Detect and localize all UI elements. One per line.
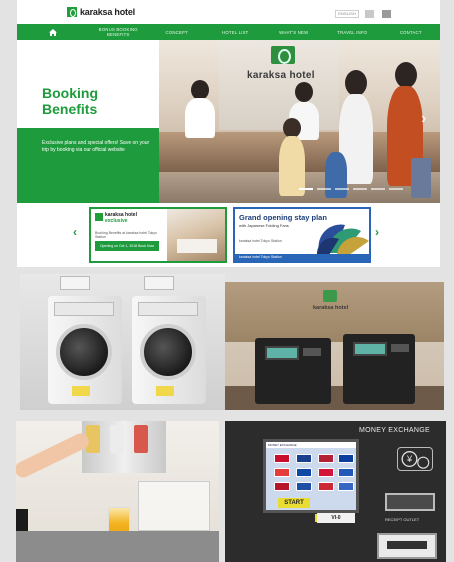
photo-juice-dispenser (16, 421, 219, 562)
banner-grand-opening[interactable]: Grand opening stay plan with Japanese Fo… (233, 207, 371, 263)
nav-item-contact[interactable]: CONTACT (382, 30, 441, 35)
suitcase (411, 158, 431, 198)
hotel-room-image (167, 209, 225, 261)
nav-item-booking-benefits[interactable]: BONUS BOOKING BENEFITS (89, 27, 148, 37)
banner-subtitle: with Japanese Folding Fans (239, 223, 289, 228)
slider-dot[interactable] (353, 188, 367, 190)
banner-description: Booking Benefits at karaksa hotel Tokyo … (95, 231, 158, 239)
start-button: START (278, 498, 310, 508)
child-person (325, 152, 347, 198)
slider-dot[interactable] (299, 188, 313, 190)
logo-mark-icon (95, 213, 103, 221)
slider-dots (299, 188, 403, 190)
yen-coin-icon: ¥ (397, 447, 433, 471)
photo-checkin-kiosks: karaksa hotel (225, 282, 444, 410)
chevron-right-icon[interactable]: › (375, 225, 379, 239)
slider-dot[interactable] (317, 188, 331, 190)
header-button-1[interactable] (365, 10, 374, 18)
bill-slot (377, 533, 437, 559)
currency-flag (274, 482, 290, 491)
hotel-sign-logo (271, 46, 295, 64)
banner-description: karaksa hotel Tokyo Station (239, 239, 282, 243)
checkin-kiosk (255, 338, 331, 404)
nav-item-hotel-list[interactable]: HOTEL LIST (206, 30, 265, 35)
hero-slider[interactable]: karaksa hotel › Booking Benefits Exclusi… (17, 40, 440, 203)
banner-footer: karaksa hotel Tokyo Station (235, 254, 369, 261)
currency-flag (296, 468, 312, 477)
washer-sign (144, 276, 174, 290)
site-logo[interactable]: karaksa hotel (67, 6, 135, 18)
nav-home[interactable] (17, 24, 89, 40)
header-button-2[interactable] (382, 10, 391, 18)
hero-description-panel: Exclusive plans and special offers! Save… (17, 128, 159, 203)
screen-header: MONEY EXCHANGE (266, 442, 356, 448)
currency-flag (338, 482, 354, 491)
washing-machine (48, 296, 122, 404)
chevron-right-icon[interactable]: › (421, 110, 426, 128)
exchange-screen: MONEY EXCHANGE START (263, 439, 359, 513)
currency-flag (318, 468, 334, 477)
website-screenshot: karaksa hotel ENGLISH BONUS BOOKING BENE… (17, 0, 440, 267)
logo-mark-icon (67, 7, 77, 17)
nav-item-whats-new[interactable]: WHAT'S NEW (265, 30, 324, 35)
folding-fans-image (316, 224, 369, 255)
photo-money-exchange: MONEY EXCHANGE MONEY EXCHANGE START VI-0… (225, 421, 446, 562)
hero-photo: karaksa hotel › (159, 40, 440, 203)
currency-flag (296, 482, 312, 491)
banner-exclusive[interactable]: karaksa hotel exclusive Booking Benefits… (89, 207, 227, 263)
banner-badge: exclusive (105, 218, 128, 224)
currency-flag (318, 454, 334, 463)
currency-flag (274, 468, 290, 477)
site-header: karaksa hotel ENGLISH (17, 0, 440, 24)
currency-flag (274, 454, 290, 463)
nav-item-travel-info[interactable]: TRAVEL INFO (323, 30, 382, 35)
svg-text:¥: ¥ (406, 454, 413, 464)
chevron-left-icon[interactable]: ‹ (73, 225, 77, 239)
washing-machine (132, 296, 206, 404)
receipt-label: RECEIPT OUTLET (385, 517, 420, 522)
banner-book-button[interactable]: Opening on Oct 1, 2018 Book Now (95, 241, 159, 251)
slider-dot[interactable] (389, 188, 403, 190)
hero-title: Booking Benefits (42, 85, 98, 117)
currency-flag (296, 454, 312, 463)
home-icon (49, 28, 57, 36)
counter (16, 531, 219, 562)
photo-laundry-washers (20, 274, 225, 410)
currency-flag (318, 482, 334, 491)
child-person (279, 136, 305, 196)
language-selector[interactable]: ENGLISH (335, 10, 359, 18)
checkin-kiosk (343, 334, 415, 404)
staff-person (185, 98, 215, 138)
hotel-logo-mark (323, 290, 337, 302)
machine-title: MONEY EXCHANGE (359, 427, 430, 434)
banner-title: Grand opening stay plan (239, 213, 327, 222)
juice-jars (138, 481, 210, 531)
currency-flag (338, 454, 354, 463)
hotel-sign-text: karaksa hotel (247, 70, 315, 81)
nav-item-concept[interactable]: CONCEPT (148, 30, 207, 35)
slider-dot[interactable] (335, 188, 349, 190)
washer-sign (60, 276, 90, 290)
hero-description: Exclusive plans and special offers! Save… (42, 140, 150, 153)
banner-carousel: ‹ karaksa hotel exclusive Booking Benefi… (17, 203, 440, 267)
main-nav: BONUS BOOKING BENEFITS CONCEPT HOTEL LIS… (17, 24, 440, 40)
logo-text: karaksa hotel (80, 7, 135, 17)
machine-tag: VI-0 (317, 513, 355, 523)
hotel-logo-text: karaksa hotel (313, 305, 349, 311)
slider-dot[interactable] (371, 188, 385, 190)
receipt-slot (385, 493, 435, 511)
currency-flag (338, 468, 354, 477)
pointing-hand (16, 430, 92, 481)
